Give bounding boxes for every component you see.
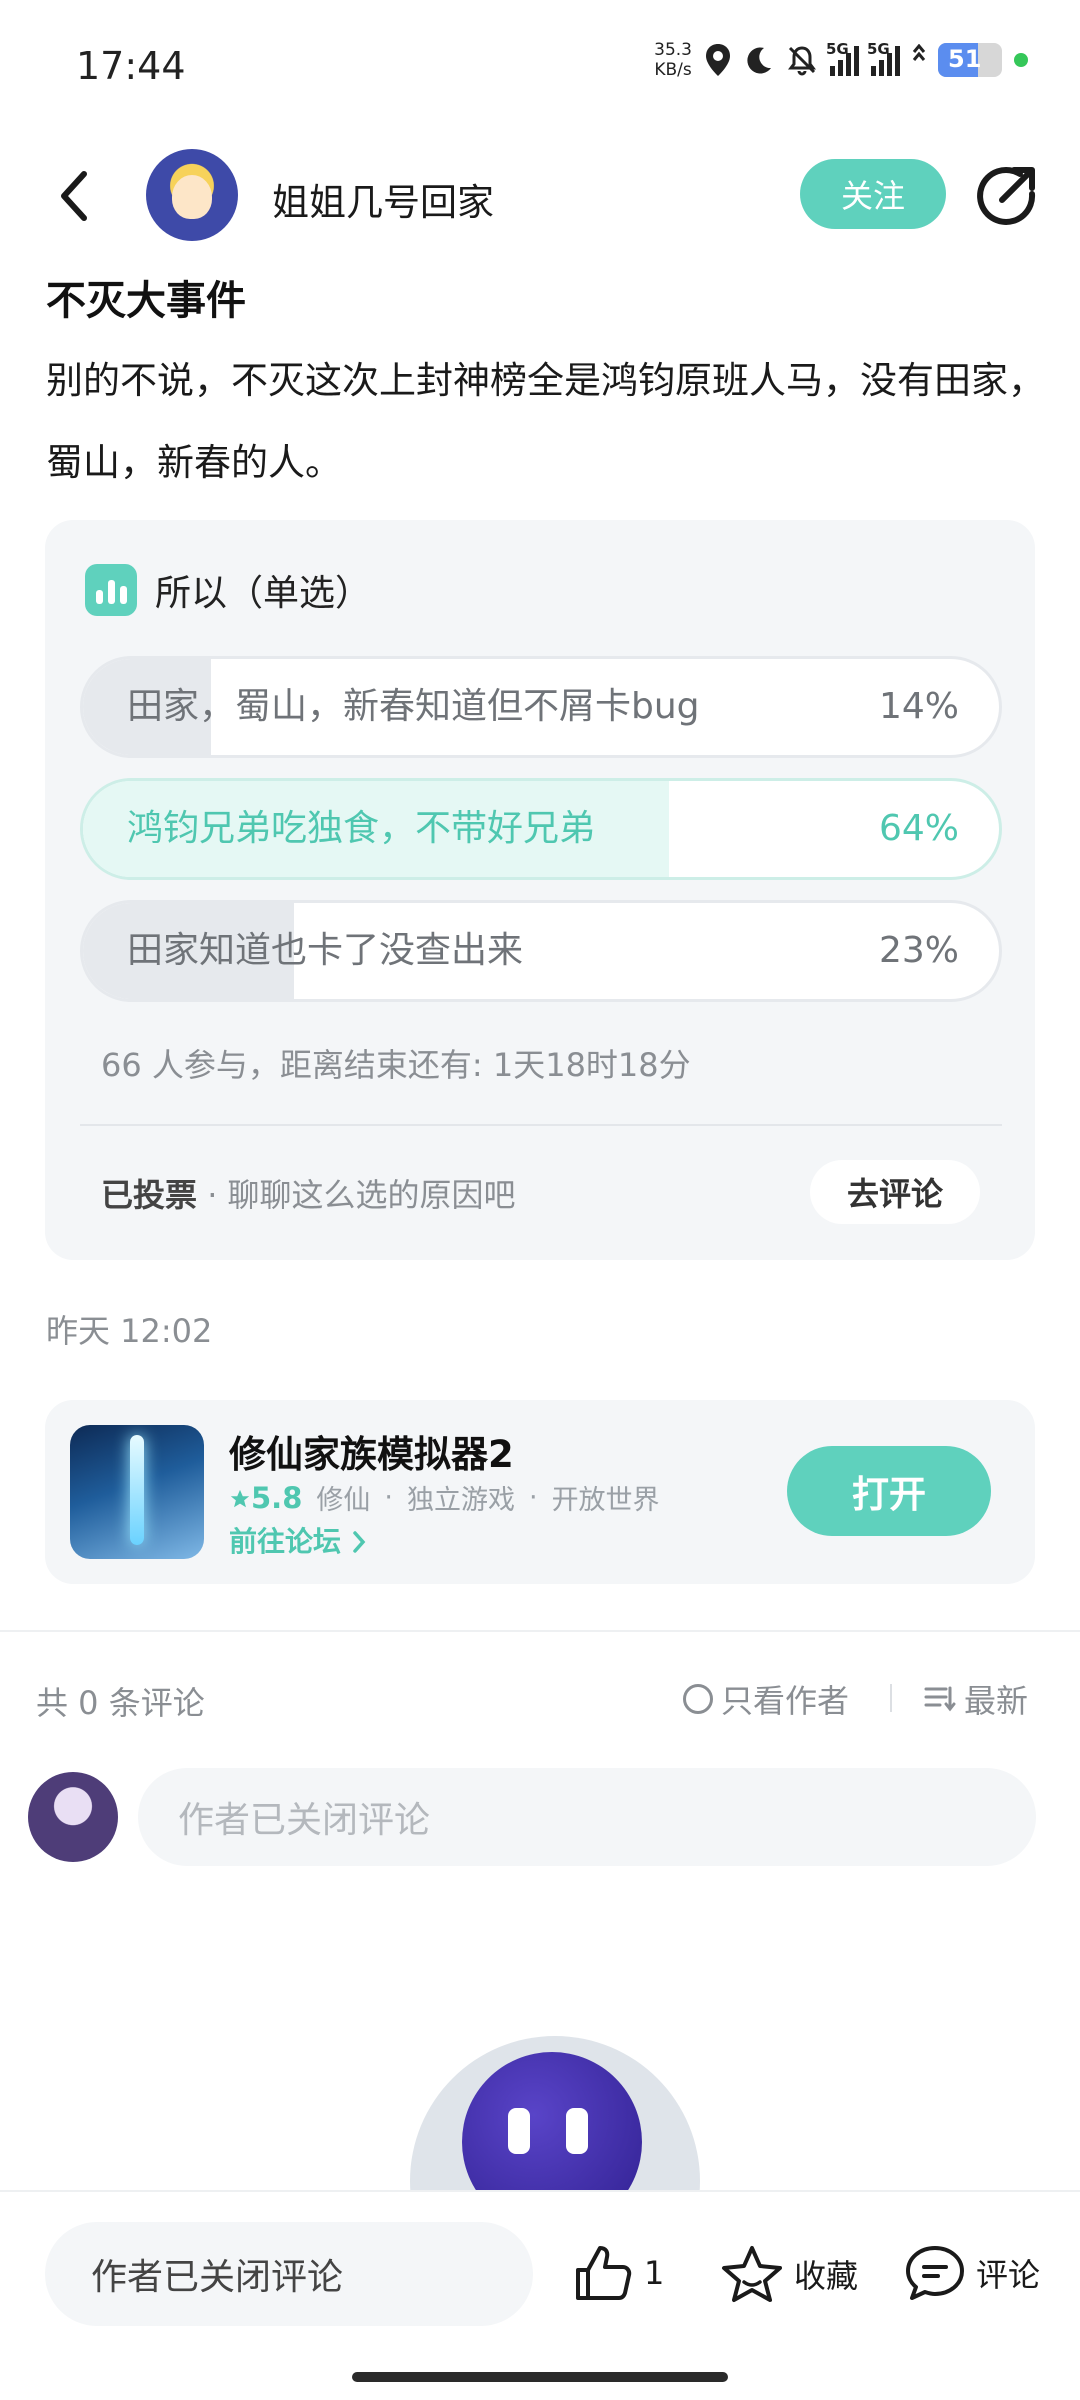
privacy-indicator-dot	[1014, 53, 1028, 67]
status-time: 17:44	[76, 44, 186, 88]
game-tag: 开放世界	[551, 1485, 660, 1516]
game-rating: 5.8	[229, 1481, 302, 1515]
divider	[0, 1630, 1080, 1632]
sort-button[interactable]: 最新	[924, 1676, 1028, 1722]
like-button[interactable]: 1	[574, 2244, 664, 2302]
divider	[80, 1124, 1002, 1126]
signal-icon: 5G	[826, 40, 859, 76]
game-card[interactable]: 修仙家族模拟器2 5.8 修仙 · 独立游戏 · 开放世界 前往论坛 打开	[45, 1400, 1035, 1584]
poll-question: 所以（单选）	[155, 573, 372, 614]
author-only-toggle[interactable]: 只看作者	[683, 1676, 849, 1722]
tag-separator: ·	[384, 1482, 393, 1513]
poll-option[interactable]: 鸿钧兄弟吃独食，不带好兄弟 64%	[80, 778, 1002, 880]
game-tags: 5.8 修仙 · 独立游戏 · 开放世界	[229, 1478, 660, 1517]
poll-header: 所以（单选）	[85, 564, 371, 616]
poll-option[interactable]: 田家知道也卡了没查出来 23%	[80, 900, 1002, 1002]
divider	[890, 1684, 892, 1712]
game-icon	[70, 1425, 204, 1559]
thumbs-up-icon	[576, 2246, 632, 2300]
sort-icon	[924, 1686, 956, 1712]
post-header: 姐姐几号回家 关注	[0, 140, 1080, 250]
favorite-button[interactable]: 收藏	[720, 2244, 858, 2304]
game-tag: 修仙	[316, 1485, 371, 1516]
signal-icon: 5G	[867, 40, 900, 76]
author-avatar[interactable]	[146, 149, 238, 241]
status-icons: 35.3 KB/s 5G 5G 51	[654, 40, 1028, 80]
poll-option[interactable]: 田家，蜀山，新春知道但不屑卡bug 14%	[80, 656, 1002, 758]
bottom-action-bar: 作者已关闭评论 1 收藏 评论	[0, 2190, 1080, 2400]
author-name[interactable]: 姐姐几号回家	[272, 172, 494, 226]
bell-off-icon	[788, 46, 816, 76]
bottom-comment-input[interactable]: 作者已关闭评论	[45, 2222, 533, 2326]
wifi-icon	[912, 44, 926, 61]
voted-status: 已投票 · 聊聊这么选的原因吧	[101, 1176, 516, 1214]
go-comment-button[interactable]: 去评论	[810, 1160, 980, 1224]
bar-chart-icon	[85, 564, 137, 616]
comments-count: 共 0 条评论	[36, 1684, 205, 1722]
open-game-button[interactable]: 打开	[787, 1446, 991, 1536]
star-outline-icon	[722, 2246, 782, 2302]
current-user-avatar	[28, 1772, 118, 1862]
poll-card: 所以（单选） 田家，蜀山，新春知道但不屑卡bug 14% 鸿钧兄弟吃独食，不带好…	[45, 520, 1035, 1260]
post-timestamp: 昨天 12:02	[46, 1312, 213, 1350]
game-name: 修仙家族模拟器2	[229, 1433, 514, 1476]
post-title: 不灭大事件	[46, 278, 246, 324]
status-bar: 17:44 35.3 KB/s 5G 5G 51	[0, 0, 1080, 130]
home-indicator[interactable]	[352, 2372, 728, 2382]
post-body: 别的不说，不灭这次上封神榜全是鸿钧原班人马，没有田家，蜀山，新春的人。	[46, 359, 1045, 484]
comment-input[interactable]: 作者已关闭评论	[138, 1768, 1036, 1866]
game-forum-link[interactable]: 前往论坛	[229, 1520, 367, 1560]
location-icon	[706, 44, 730, 76]
tag-separator: ·	[528, 1482, 538, 1513]
comment-button[interactable]: 评论	[904, 2244, 1040, 2302]
share-icon[interactable]	[976, 164, 1038, 226]
star-icon	[230, 1489, 250, 1507]
comment-bubble-icon	[906, 2246, 964, 2300]
radio-icon	[683, 1684, 713, 1714]
poll-option-percent: 14%	[878, 686, 959, 727]
battery-icon: 51	[938, 43, 1002, 77]
poll-option-label: 鸿钧兄弟吃独食，不带好兄弟	[127, 808, 596, 849]
moon-icon	[747, 47, 771, 74]
game-tag: 独立游戏	[406, 1485, 515, 1516]
chevron-right-icon	[353, 1531, 366, 1553]
poll-option-percent: 64%	[878, 808, 959, 849]
poll-option-label: 田家，蜀山，新春知道但不屑卡bug	[127, 686, 700, 727]
network-speed: 35.3 KB/s	[654, 40, 692, 80]
back-button[interactable]	[46, 168, 102, 224]
chevron-left-icon	[61, 171, 87, 221]
poll-option-label: 田家知道也卡了没查出来	[127, 930, 524, 971]
poll-option-percent: 23%	[878, 930, 959, 971]
poll-participation-info: 66 人参与，距离结束还有: 1天18时18分	[101, 1046, 691, 1084]
follow-button[interactable]: 关注	[800, 159, 946, 229]
